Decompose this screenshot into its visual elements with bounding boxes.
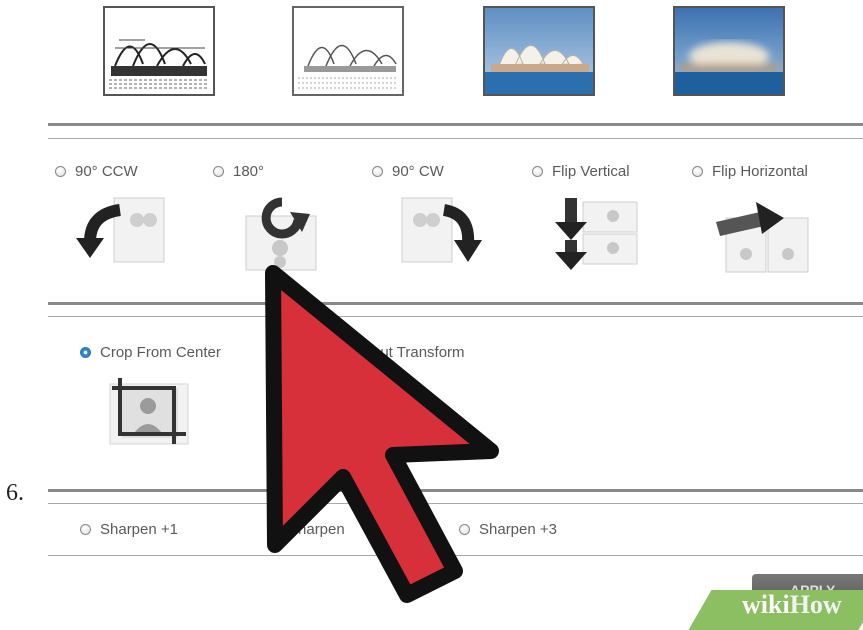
option-label: 90° CCW [75, 163, 138, 180]
option-sharpen-1[interactable]: Sharpen +1 [80, 521, 178, 538]
radio-button[interactable] [532, 165, 543, 177]
radio-button[interactable] [55, 165, 66, 177]
option-label: Crop From Center [100, 344, 221, 361]
option-flip-horizontal[interactable]: Flip Horizontal [692, 163, 808, 180]
thumbnail-pencil[interactable] [292, 6, 404, 96]
crop-center-icon[interactable] [104, 376, 194, 446]
option-label: Sharpen +1 [100, 521, 178, 538]
option-rotate-180[interactable]: 180° [213, 163, 264, 180]
flip-vertical-icon[interactable] [553, 190, 643, 272]
opera-house-photo-image [485, 8, 593, 94]
option-label: Flip Horizontal [712, 163, 808, 180]
thumbnail-original[interactable] [483, 6, 595, 96]
radio-button[interactable] [80, 523, 91, 535]
option-rotate-90-cw[interactable]: 90° CW [372, 163, 444, 180]
radio-button[interactable] [213, 165, 224, 177]
opera-house-pencil-image [294, 8, 402, 94]
opera-house-sketch-image [105, 8, 213, 94]
thumbnail-sketch[interactable] [103, 6, 215, 96]
watermark-logo: wikiHow [742, 590, 842, 620]
option-flip-vertical[interactable]: Flip Vertical [532, 163, 630, 180]
radio-button[interactable] [692, 165, 703, 177]
watermark-wiki: wiki [742, 590, 790, 619]
cursor-arrow-icon [265, 265, 499, 603]
watermark-how: How [789, 590, 842, 619]
radio-button[interactable] [372, 165, 383, 177]
step-number: 6. [6, 480, 24, 506]
option-label: 90° CW [392, 163, 444, 180]
option-label: Flip Vertical [552, 163, 630, 180]
option-label: 180° [233, 163, 265, 180]
opera-house-blur-image [675, 8, 783, 94]
option-crop-from-center[interactable]: Crop From Center [80, 344, 221, 361]
rotate-ccw-icon[interactable] [72, 190, 172, 270]
option-rotate-90-ccw[interactable]: 90° CCW [55, 163, 138, 180]
divider [48, 138, 863, 139]
divider [48, 123, 863, 126]
flip-horizontal-icon[interactable] [712, 196, 812, 276]
radio-button-selected[interactable] [80, 346, 91, 358]
thumbnail-blur[interactable] [673, 6, 785, 96]
